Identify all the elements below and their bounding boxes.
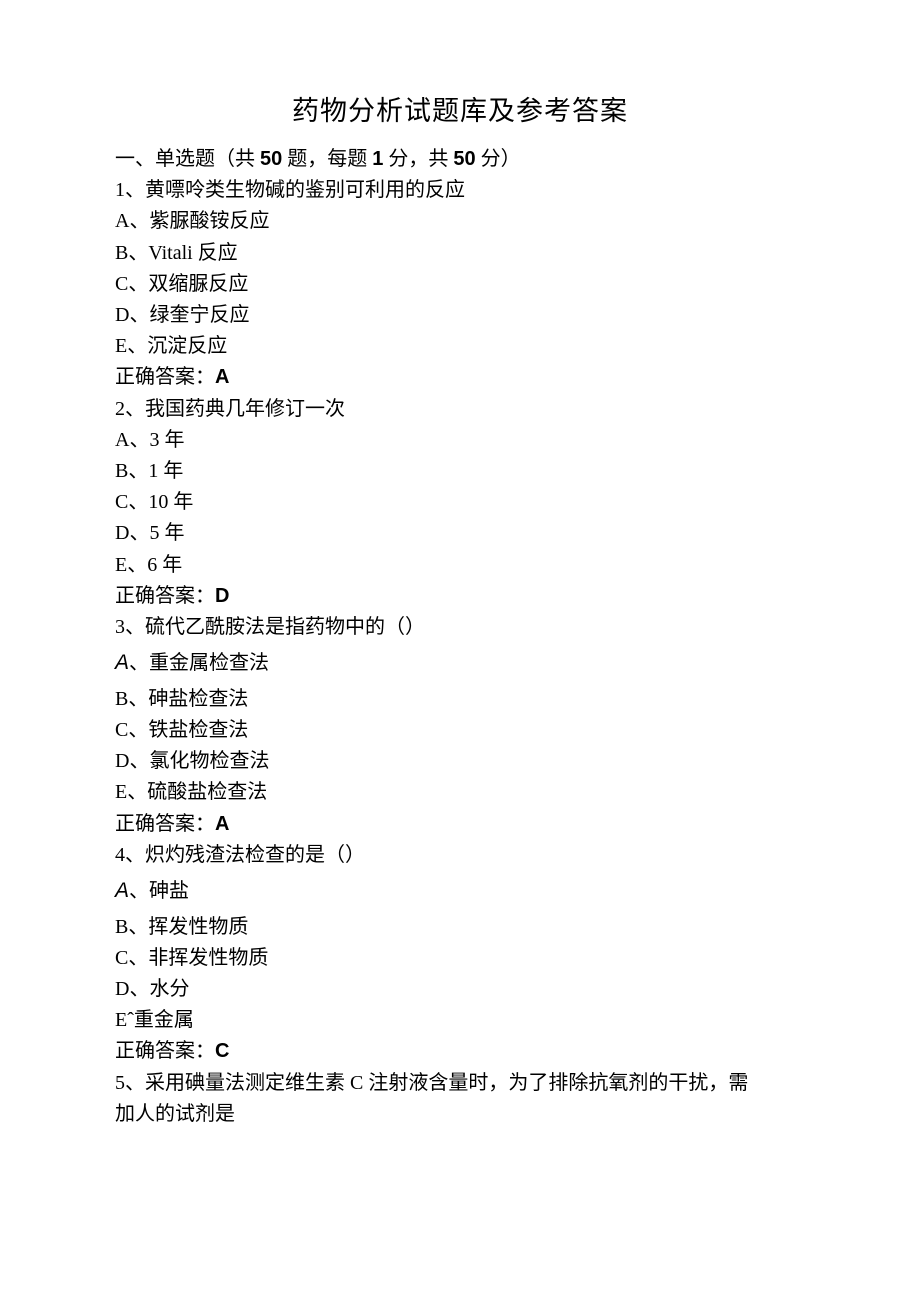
q5-stem-line-1: 5、采用碘量法测定维生素 C 注射液含量时，为了排除抗氧剂的干扰，需 bbox=[115, 1068, 805, 1099]
q3-option-d: D、氯化物检查法 bbox=[115, 746, 805, 777]
q4-a-rest: 、砷盐 bbox=[129, 880, 189, 902]
q2-answer: 正确答案：D bbox=[115, 581, 805, 612]
q4-stem: 4、炽灼残渣法检查的是（） bbox=[115, 840, 805, 871]
q1-stem: 1、黄嘌呤类生物碱的鉴别可利用的反应 bbox=[115, 175, 805, 206]
q3-option-e: E、硫酸盐检查法 bbox=[115, 777, 805, 808]
section-prefix: 一、单选题（共 bbox=[115, 148, 260, 170]
q3-option-a: A、重金属检查法 bbox=[115, 647, 805, 680]
section-mid-2: 分，共 bbox=[383, 148, 453, 170]
section-suffix: 分） bbox=[476, 148, 521, 170]
q4-a-prefix: A bbox=[115, 879, 129, 902]
q2-option-a: A、3 年 bbox=[115, 425, 805, 456]
q4-answer-value: C bbox=[215, 1040, 229, 1062]
q1-answer-value: A bbox=[215, 366, 229, 388]
q4-answer-label: 正确答案： bbox=[115, 1040, 215, 1062]
q3-option-b: B、砷盐检查法 bbox=[115, 684, 805, 715]
q3-stem: 3、硫代乙酰胺法是指药物中的（） bbox=[115, 612, 805, 643]
q2-answer-value: D bbox=[215, 585, 229, 607]
q2-option-e: E、6 年 bbox=[115, 550, 805, 581]
q3-answer-value: A bbox=[215, 813, 229, 835]
page-title: 药物分析试题库及参考答案 bbox=[115, 90, 805, 132]
q1-option-e: E、沉淀反应 bbox=[115, 331, 805, 362]
q4-option-a: A、砷盐 bbox=[115, 875, 805, 908]
q3-a-rest: 、重金属检查法 bbox=[129, 652, 269, 674]
q1-answer: 正确答案：A bbox=[115, 362, 805, 393]
q4-option-c: C、非挥发性物质 bbox=[115, 943, 805, 974]
q4-option-d: D、水分 bbox=[115, 974, 805, 1005]
q1-option-a: A、紫脲酸铵反应 bbox=[115, 206, 805, 237]
q2-option-c: C、10 年 bbox=[115, 487, 805, 518]
q5-stem-line-2: 加人的试剂是 bbox=[115, 1099, 805, 1130]
section-mid-1: 题，每题 bbox=[282, 148, 372, 170]
q1-option-b: B、Vitali 反应 bbox=[115, 238, 805, 269]
q3-answer-label: 正确答案： bbox=[115, 813, 215, 835]
q2-answer-label: 正确答案： bbox=[115, 585, 215, 607]
q4-answer: 正确答案：C bbox=[115, 1036, 805, 1067]
q2-stem: 2、我国药典几年修订一次 bbox=[115, 394, 805, 425]
q2-option-b: B、1 年 bbox=[115, 456, 805, 487]
q1-answer-label: 正确答案： bbox=[115, 366, 215, 388]
q4-option-e: Eˆ重金属 bbox=[115, 1005, 805, 1036]
q1-option-c: C、双缩脲反应 bbox=[115, 269, 805, 300]
q2-option-d: D、5 年 bbox=[115, 518, 805, 549]
section-count-1: 50 bbox=[260, 148, 282, 170]
section-count-3: 50 bbox=[453, 148, 475, 170]
section-header: 一、单选题（共 50 题，每题 1 分，共 50 分） bbox=[115, 144, 805, 175]
q3-answer: 正确答案：A bbox=[115, 809, 805, 840]
q3-option-c: C、铁盐检查法 bbox=[115, 715, 805, 746]
section-count-2: 1 bbox=[372, 148, 383, 170]
q3-a-prefix: A bbox=[115, 651, 129, 674]
q1-option-d: D、绿奎宁反应 bbox=[115, 300, 805, 331]
q4-option-b: B、挥发性物质 bbox=[115, 912, 805, 943]
